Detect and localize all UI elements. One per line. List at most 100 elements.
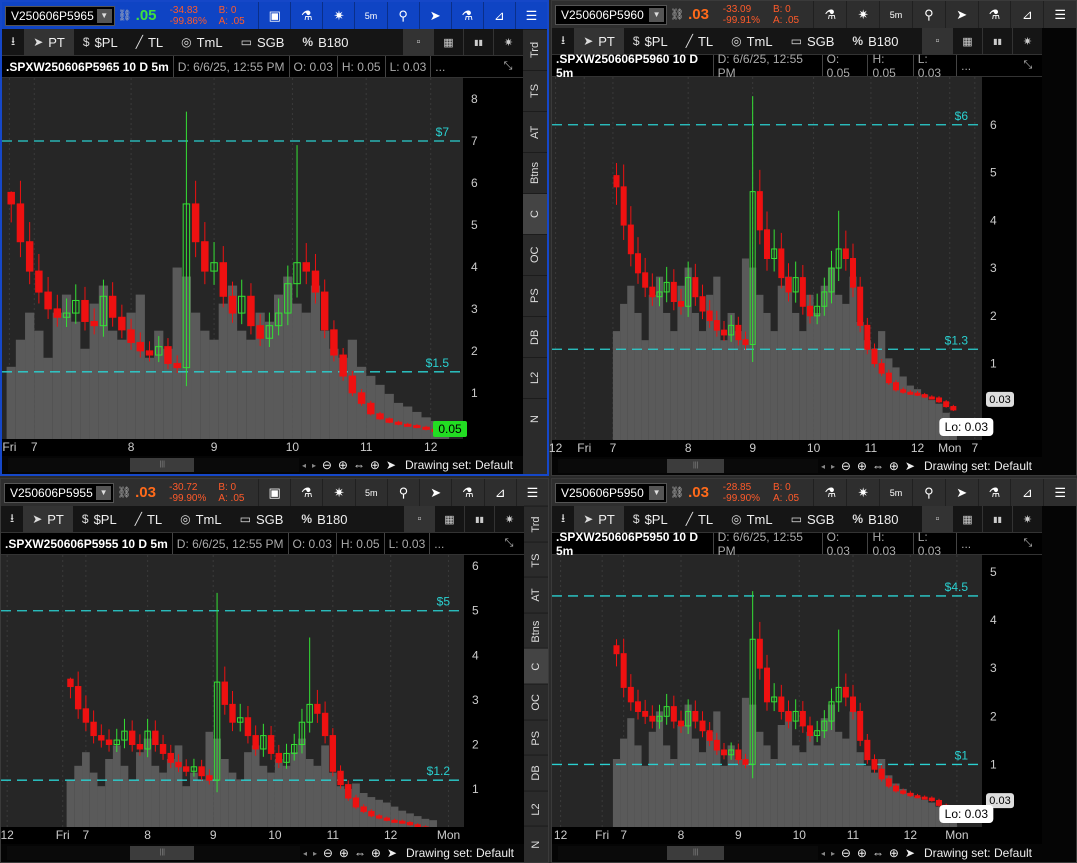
- settings-gear-icon[interactable]: ✷: [1012, 506, 1042, 532]
- menu-icon[interactable]: ☰: [1043, 1, 1076, 28]
- pin-button[interactable]: ⭳: [1, 506, 23, 532]
- gear-icon[interactable]: ✷: [846, 479, 879, 506]
- horizontal-scrollbar[interactable]: |||: [558, 846, 818, 860]
- tl-tool-button[interactable]: ╱ TL: [126, 506, 171, 532]
- sgb-tool-button[interactable]: ▭ SGB: [232, 29, 294, 55]
- fit-icon[interactable]: ⇔: [351, 458, 367, 472]
- cursor-icon[interactable]: ➤: [383, 458, 399, 472]
- flask-icon[interactable]: ⚗: [290, 479, 322, 506]
- b180-tool-button[interactable]: % B180: [293, 29, 357, 55]
- cursor-icon[interactable]: ➤: [384, 846, 400, 860]
- link-icon[interactable]: ⛓: [670, 8, 684, 21]
- scroll-thumb[interactable]: |||: [130, 458, 195, 472]
- scroll-thumb[interactable]: |||: [667, 846, 725, 860]
- pattern-icon[interactable]: ⊿: [482, 2, 515, 29]
- spl-tool-button[interactable]: $ $PL: [74, 29, 127, 55]
- price-chart[interactable]: $7 $1.5 1 2 3 4 5 6 7 8 0.05: [2, 78, 523, 439]
- scroll-left-icon[interactable]: ◂: [818, 462, 828, 471]
- timeframe-5m-button[interactable]: 5m: [354, 479, 387, 506]
- tml-tool-button[interactable]: ◎ TmL: [172, 29, 231, 55]
- settings-gear-icon[interactable]: ✷: [1012, 28, 1042, 54]
- more-ellipsis[interactable]: ...: [431, 56, 491, 77]
- side-tab-ts[interactable]: TS: [524, 541, 548, 578]
- pt-tool-button[interactable]: ➤ PT: [574, 28, 624, 54]
- single-layout-button[interactable]: ▫: [922, 506, 952, 532]
- gear-icon[interactable]: ✷: [846, 1, 879, 28]
- zoom-out-icon[interactable]: ⊖: [320, 846, 336, 860]
- side-tab-btns[interactable]: Btns: [523, 152, 547, 193]
- timeframe-5m-button[interactable]: 5m: [879, 1, 912, 28]
- drawing-set-selector[interactable]: Drawing set: Default: [399, 458, 523, 472]
- dropdown-icon[interactable]: ▼: [649, 7, 665, 22]
- more-ellipsis[interactable]: ...: [957, 55, 1014, 76]
- single-layout-button[interactable]: ▫: [404, 506, 434, 532]
- gear-icon[interactable]: ✷: [322, 479, 354, 506]
- calendar-icon[interactable]: ▣: [258, 479, 290, 506]
- scroll-thumb[interactable]: |||: [667, 459, 725, 473]
- side-tab-oc[interactable]: OC: [524, 683, 548, 720]
- flask-icon[interactable]: ⚗: [813, 1, 846, 28]
- zoom-in-icon[interactable]: ⊕: [854, 846, 870, 860]
- horizontal-scrollbar[interactable]: |||: [7, 846, 300, 860]
- bars-icon[interactable]: ▮▮: [982, 506, 1012, 532]
- flask-icon-2[interactable]: ⚗: [450, 2, 483, 29]
- grid-layout-button[interactable]: ▦: [952, 28, 982, 54]
- pt-tool-button[interactable]: ➤ PT: [23, 506, 73, 532]
- side-tab-n[interactable]: N: [524, 826, 548, 862]
- b180-tool-button[interactable]: % B180: [292, 506, 356, 532]
- scroll-right-icon[interactable]: ▸: [828, 849, 838, 858]
- more-ellipsis[interactable]: ...: [957, 533, 1014, 554]
- symbol-selector[interactable]: V250606P5955 ▼: [4, 482, 115, 503]
- scroll-thumb[interactable]: |||: [130, 846, 195, 860]
- timeframe-5m-button[interactable]: 5m: [879, 479, 912, 506]
- side-tab-ps[interactable]: PS: [523, 275, 547, 316]
- side-tab-l2[interactable]: L2: [524, 790, 548, 827]
- price-chart[interactable]: $5 $1.2 1 2 3 4 5 6: [1, 555, 524, 827]
- fit-icon[interactable]: ⇔: [870, 459, 886, 473]
- side-tab-trd[interactable]: Trd: [523, 29, 547, 70]
- pattern-icon[interactable]: ⊿: [1010, 479, 1043, 506]
- b180-tool-button[interactable]: % B180: [843, 506, 907, 532]
- bars-icon[interactable]: ▮▮: [463, 29, 493, 55]
- menu-icon[interactable]: ☰: [1043, 479, 1076, 506]
- cursor-icon[interactable]: ➤: [902, 846, 918, 860]
- pt-tool-button[interactable]: ➤ PT: [574, 506, 624, 532]
- studies-icon[interactable]: ⚲: [911, 1, 945, 28]
- price-chart[interactable]: $4.5 $1 1 2 3 4 5 0.03 Lo: 0.03: [552, 555, 1042, 827]
- scroll-left-icon[interactable]: ◂: [300, 849, 310, 858]
- symbol-selector[interactable]: V250606P5960 ▼: [555, 4, 668, 25]
- pattern-icon[interactable]: ⊿: [1010, 1, 1043, 28]
- menu-icon[interactable]: ☰: [514, 2, 547, 29]
- side-tab-btns[interactable]: Btns: [524, 612, 548, 649]
- link-icon[interactable]: ⛓: [670, 486, 684, 499]
- fit-icon[interactable]: ⇔: [352, 846, 368, 860]
- drawing-set-selector[interactable]: Drawing set: Default: [400, 846, 524, 860]
- collapse-icon[interactable]: ⤡: [493, 60, 523, 73]
- scroll-right-icon[interactable]: ▸: [309, 461, 319, 470]
- sgb-tool-button[interactable]: ▭ SGB: [231, 506, 293, 532]
- spl-tool-button[interactable]: $ $PL: [624, 28, 677, 54]
- collapse-icon[interactable]: ⤡: [494, 537, 524, 550]
- side-tab-oc[interactable]: OC: [523, 234, 547, 275]
- link-icon[interactable]: ⛓: [118, 9, 132, 22]
- cursor-icon[interactable]: ➤: [944, 1, 978, 28]
- collapse-icon[interactable]: ⤡: [1014, 59, 1042, 72]
- flask-icon-2[interactable]: ⚗: [977, 1, 1011, 28]
- side-tab-db[interactable]: DB: [524, 755, 548, 791]
- link-icon[interactable]: ⛓: [117, 486, 131, 499]
- single-layout-button[interactable]: ▫: [403, 29, 433, 55]
- cursor-icon[interactable]: ➤: [418, 2, 451, 29]
- tml-tool-button[interactable]: ◎ TmL: [722, 506, 781, 532]
- tml-tool-button[interactable]: ◎ TmL: [722, 28, 781, 54]
- side-tab-l2[interactable]: L2: [523, 357, 547, 398]
- side-tab-at[interactable]: AT: [524, 577, 548, 613]
- drawing-set-selector[interactable]: Drawing set: Default: [918, 459, 1042, 473]
- zoom-out-icon[interactable]: ⊖: [838, 846, 854, 860]
- sgb-tool-button[interactable]: ▭ SGB: [782, 506, 844, 532]
- scroll-left-icon[interactable]: ◂: [299, 461, 309, 470]
- collapse-icon[interactable]: ⤡: [1014, 537, 1042, 550]
- sgb-tool-button[interactable]: ▭ SGB: [782, 28, 844, 54]
- timeframe-5m-button[interactable]: 5m: [354, 2, 386, 29]
- calendar-icon[interactable]: ▣: [258, 2, 290, 29]
- symbol-selector[interactable]: V250606P5950 ▼: [555, 482, 668, 503]
